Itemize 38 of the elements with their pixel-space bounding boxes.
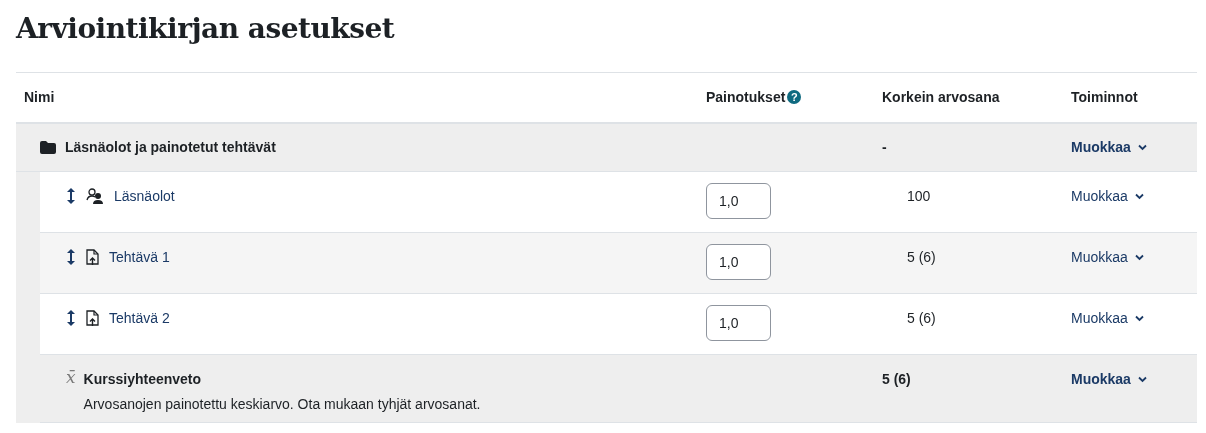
folder-icon (40, 140, 56, 154)
item-link[interactable]: Tehtävä 1 (109, 246, 170, 268)
column-header: Toiminnot (1071, 87, 1138, 107)
caret-icon (1137, 375, 1147, 383)
max-grade: - (882, 137, 887, 157)
max-grade: 5 (6) (882, 369, 911, 389)
edit-menu-link[interactable]: Muokkaa (1071, 307, 1144, 329)
people-icon (86, 188, 104, 205)
weight-input[interactable]: 1,0 (706, 304, 771, 341)
move-icon[interactable] (66, 310, 76, 327)
item-link[interactable]: Läsnäolot (114, 185, 175, 207)
document-upload-icon (86, 309, 99, 327)
max-grade: 5 (6) (907, 308, 936, 328)
mean-icon: x̄ (66, 368, 76, 386)
max-grade: 5 (6) (907, 247, 936, 267)
column-header: Painotukset (706, 87, 786, 107)
caret-icon (1134, 314, 1144, 322)
weight-input[interactable]: 1,0 (706, 243, 771, 280)
item-link[interactable]: Tehtävä 2 (109, 307, 170, 329)
weight-input[interactable]: 1,0 (706, 182, 771, 219)
help-icon[interactable]: ? (787, 90, 802, 105)
category-name: Läsnäolot ja painotetut tehtävät (65, 137, 276, 157)
caret-icon (1134, 253, 1144, 261)
edit-menu-link[interactable]: Muokkaa (1071, 136, 1147, 158)
document-upload-icon (86, 248, 99, 266)
edit-menu-link[interactable]: Muokkaa (1071, 185, 1144, 207)
total-name: Kurssiyhteenveto (83, 369, 203, 389)
column-header: Korkein arvosana (882, 87, 1000, 107)
max-grade: 100 (907, 186, 931, 206)
total-description: Arvosanojen painotettu keskiarvo. Ota mukaan tyhjät arvosanat. (83, 394, 481, 414)
column-header: Nimi (24, 87, 55, 107)
page-title: Arviointikirjan asetukset (16, 12, 396, 46)
edit-menu-link[interactable]: Muokkaa (1071, 246, 1144, 268)
move-icon[interactable] (66, 188, 76, 205)
caret-icon (1134, 192, 1144, 200)
caret-icon (1137, 143, 1147, 151)
move-icon[interactable] (66, 249, 76, 266)
edit-menu-link[interactable]: Muokkaa (1071, 368, 1147, 390)
